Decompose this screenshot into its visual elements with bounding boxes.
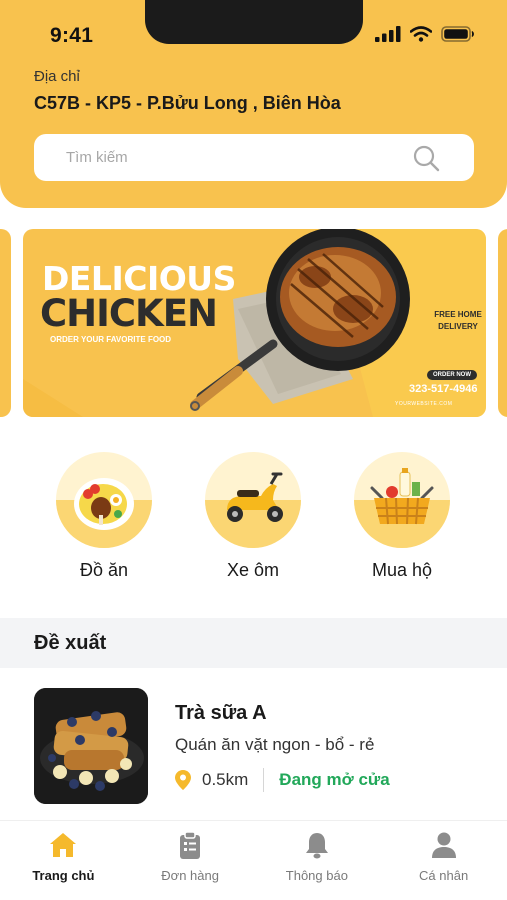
device-notch [145, 0, 363, 44]
promo-banner[interactable]: DELICIOUS CHICKEN ORDER YOUR FAVORITE FO… [23, 229, 486, 417]
category-motorbike-label: Xe ôm [226, 560, 280, 580]
search-bar[interactable] [34, 134, 474, 181]
recommendation-image [34, 688, 148, 804]
tab-profile[interactable]: Cá nhân [380, 821, 507, 900]
category-food-label: Đồ ăn [79, 560, 129, 580]
home-icon [50, 833, 77, 857]
category-buy-for-me-label: Mua hộ [371, 560, 433, 580]
recommendation-description: Quán ăn vặt ngon - bổ - rẻ [175, 735, 375, 754]
shopping-basket-icon [370, 468, 434, 525]
tab-home-label: Trang chủ [32, 868, 95, 883]
food-plate-icon [74, 478, 134, 530]
banner-free-delivery: FREE HOME DELIVERY [434, 310, 482, 331]
recommendation-name: Trà sữa A [175, 702, 267, 724]
bottom-tab-bar: Trang chủ Đơn hàng Thông báo Cá nhân [0, 820, 507, 900]
header: 9:41 Địa chỉ C57B - KP5 - P.Bửu Long , B… [0, 0, 507, 208]
scooter-icon [227, 472, 283, 522]
location-pin-icon [175, 770, 191, 790]
banner-next-peek[interactable] [498, 229, 507, 417]
tab-orders-label: Đơn hàng [161, 868, 219, 883]
signal-icon [375, 26, 401, 42]
banner-subtitle: ORDER YOUR FAVORITE FOOD [50, 335, 172, 344]
category-motorbike[interactable]: Xe ôm [205, 452, 301, 581]
search-input[interactable] [66, 134, 396, 181]
bell-icon [305, 833, 328, 859]
banner-title-line2: CHICKEN [40, 292, 218, 335]
tab-home[interactable]: Trang chủ [0, 821, 127, 900]
status-time: 9:41 [50, 24, 94, 47]
tab-profile-label: Cá nhân [419, 868, 469, 883]
french-toast-image [34, 688, 148, 804]
meta-divider [263, 768, 265, 792]
banner-website: YOURWEBSITE.COM [395, 401, 453, 407]
tab-notifications-label: Thông báo [285, 868, 348, 883]
address-value[interactable]: C57B - KP5 - P.Bửu Long , Biên Hòa [34, 93, 341, 114]
recommendation-distance: 0.5km [202, 770, 249, 789]
battery-icon [441, 26, 474, 42]
banner-phone: 323-517-4946 [409, 383, 478, 395]
banner-order-now: ORDER NOW [427, 370, 477, 380]
address-label: Địa chỉ [34, 68, 80, 85]
recommendation-section-header: Đề xuất [0, 618, 507, 668]
category-food[interactable]: Đồ ăn [56, 452, 152, 581]
tab-orders[interactable]: Đơn hàng [127, 821, 254, 900]
category-buy-for-me-circle [354, 452, 450, 548]
category-motorbike-circle [205, 452, 301, 548]
status-icons [375, 26, 475, 42]
recommendation-card[interactable]: Trà sữa A Quán ăn vặt ngon - bổ - rẻ 0.5… [34, 688, 474, 804]
user-icon [431, 832, 456, 858]
tab-notifications[interactable]: Thông báo [254, 821, 381, 900]
search-icon[interactable] [412, 144, 440, 172]
category-food-circle [56, 452, 152, 548]
section-title: Đề xuất [34, 632, 107, 654]
category-buy-for-me[interactable]: Mua hộ [354, 452, 450, 581]
recommendation-open-status: Đang mở cửa [279, 770, 390, 789]
banner-prev-peek[interactable] [0, 229, 11, 417]
recommendation-meta: 0.5km Đang mở cửa [175, 768, 390, 792]
wifi-icon [410, 26, 432, 42]
clipboard-icon [180, 831, 201, 859]
